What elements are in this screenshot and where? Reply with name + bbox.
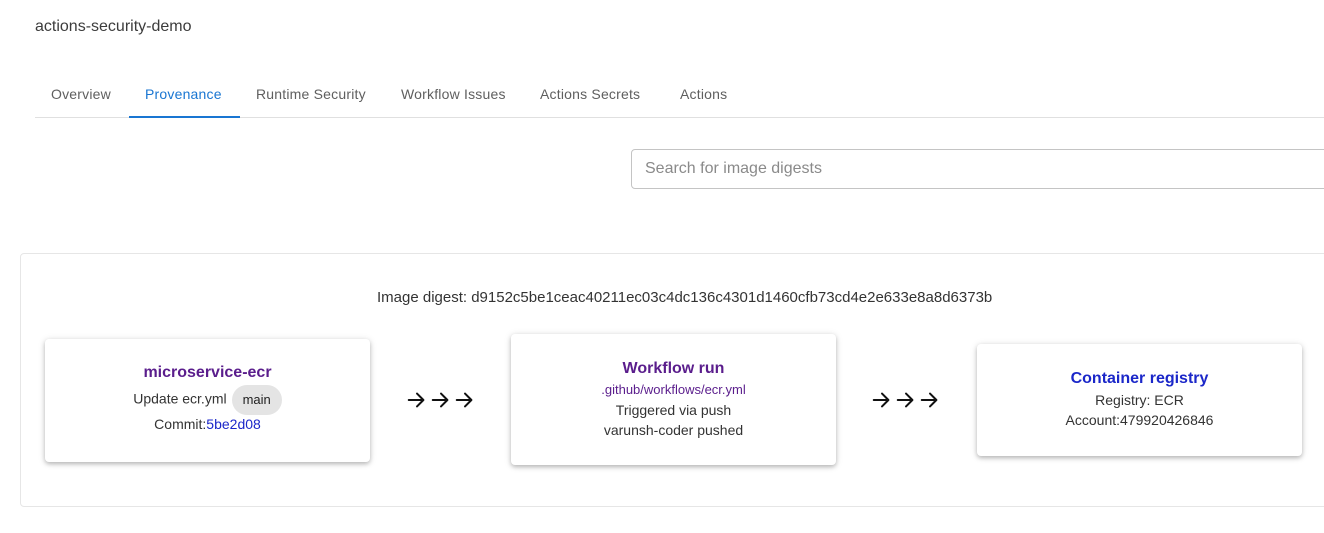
registry-account: Account:479920426846 (1065, 412, 1214, 428)
commit-label: Commit: (154, 416, 207, 432)
tab-runtime-security[interactable]: Runtime Security (256, 71, 366, 117)
workflow-file-link[interactable]: .github/workflows/ecr.yml (601, 382, 746, 397)
workflow-run-title: Workflow run (622, 360, 725, 377)
registry-title: Container registry (1070, 370, 1209, 387)
tab-actions-secrets[interactable]: Actions Secrets (540, 71, 640, 117)
arrow-right-icon (872, 392, 890, 408)
workflow-run-card: Workflow run .github/workflows/ecr.yml T… (511, 334, 836, 465)
source-repo-card: microservice-ecr Update ecr.yml main Comm… (45, 339, 370, 462)
flow-arrows-1 (406, 389, 476, 413)
tab-provenance[interactable]: Provenance (145, 71, 222, 117)
flow-arrows-2 (871, 389, 941, 413)
branch-chip: main (231, 385, 282, 415)
container-registry-card: Container registry Registry: ECR Account… (977, 344, 1302, 456)
tab-workflow-issues[interactable]: Workflow Issues (401, 71, 506, 117)
image-digest-search-input[interactable] (631, 149, 1324, 189)
arrow-right-icon (896, 392, 914, 408)
commit-row: Commit:5be2d08 (45, 414, 370, 434)
arrow-right-icon (455, 392, 473, 408)
workflow-actor: varunsh-coder pushed (603, 422, 744, 438)
commit-sha-link[interactable]: 5be2d08 (206, 416, 261, 432)
commit-message-row: Update ecr.yml main (45, 385, 370, 415)
repo-title: actions-security-demo (35, 18, 192, 35)
image-digest-label: Image digest: d9152c5be1ceac40211ec03c4d… (377, 289, 993, 306)
arrow-right-icon (431, 392, 449, 408)
tab-bar: Overview Provenance Runtime Security Wor… (35, 71, 1324, 118)
active-tab-indicator (129, 116, 240, 118)
workflow-trigger: Triggered via push (615, 402, 732, 418)
tab-actions[interactable]: Actions (680, 71, 727, 117)
arrow-right-icon (407, 392, 425, 408)
arrow-right-icon (920, 392, 938, 408)
commit-message: Update ecr.yml (133, 390, 227, 407)
tab-overview[interactable]: Overview (51, 71, 111, 117)
repo-name: microservice-ecr (143, 364, 272, 381)
registry-name: Registry: ECR (1095, 392, 1184, 408)
